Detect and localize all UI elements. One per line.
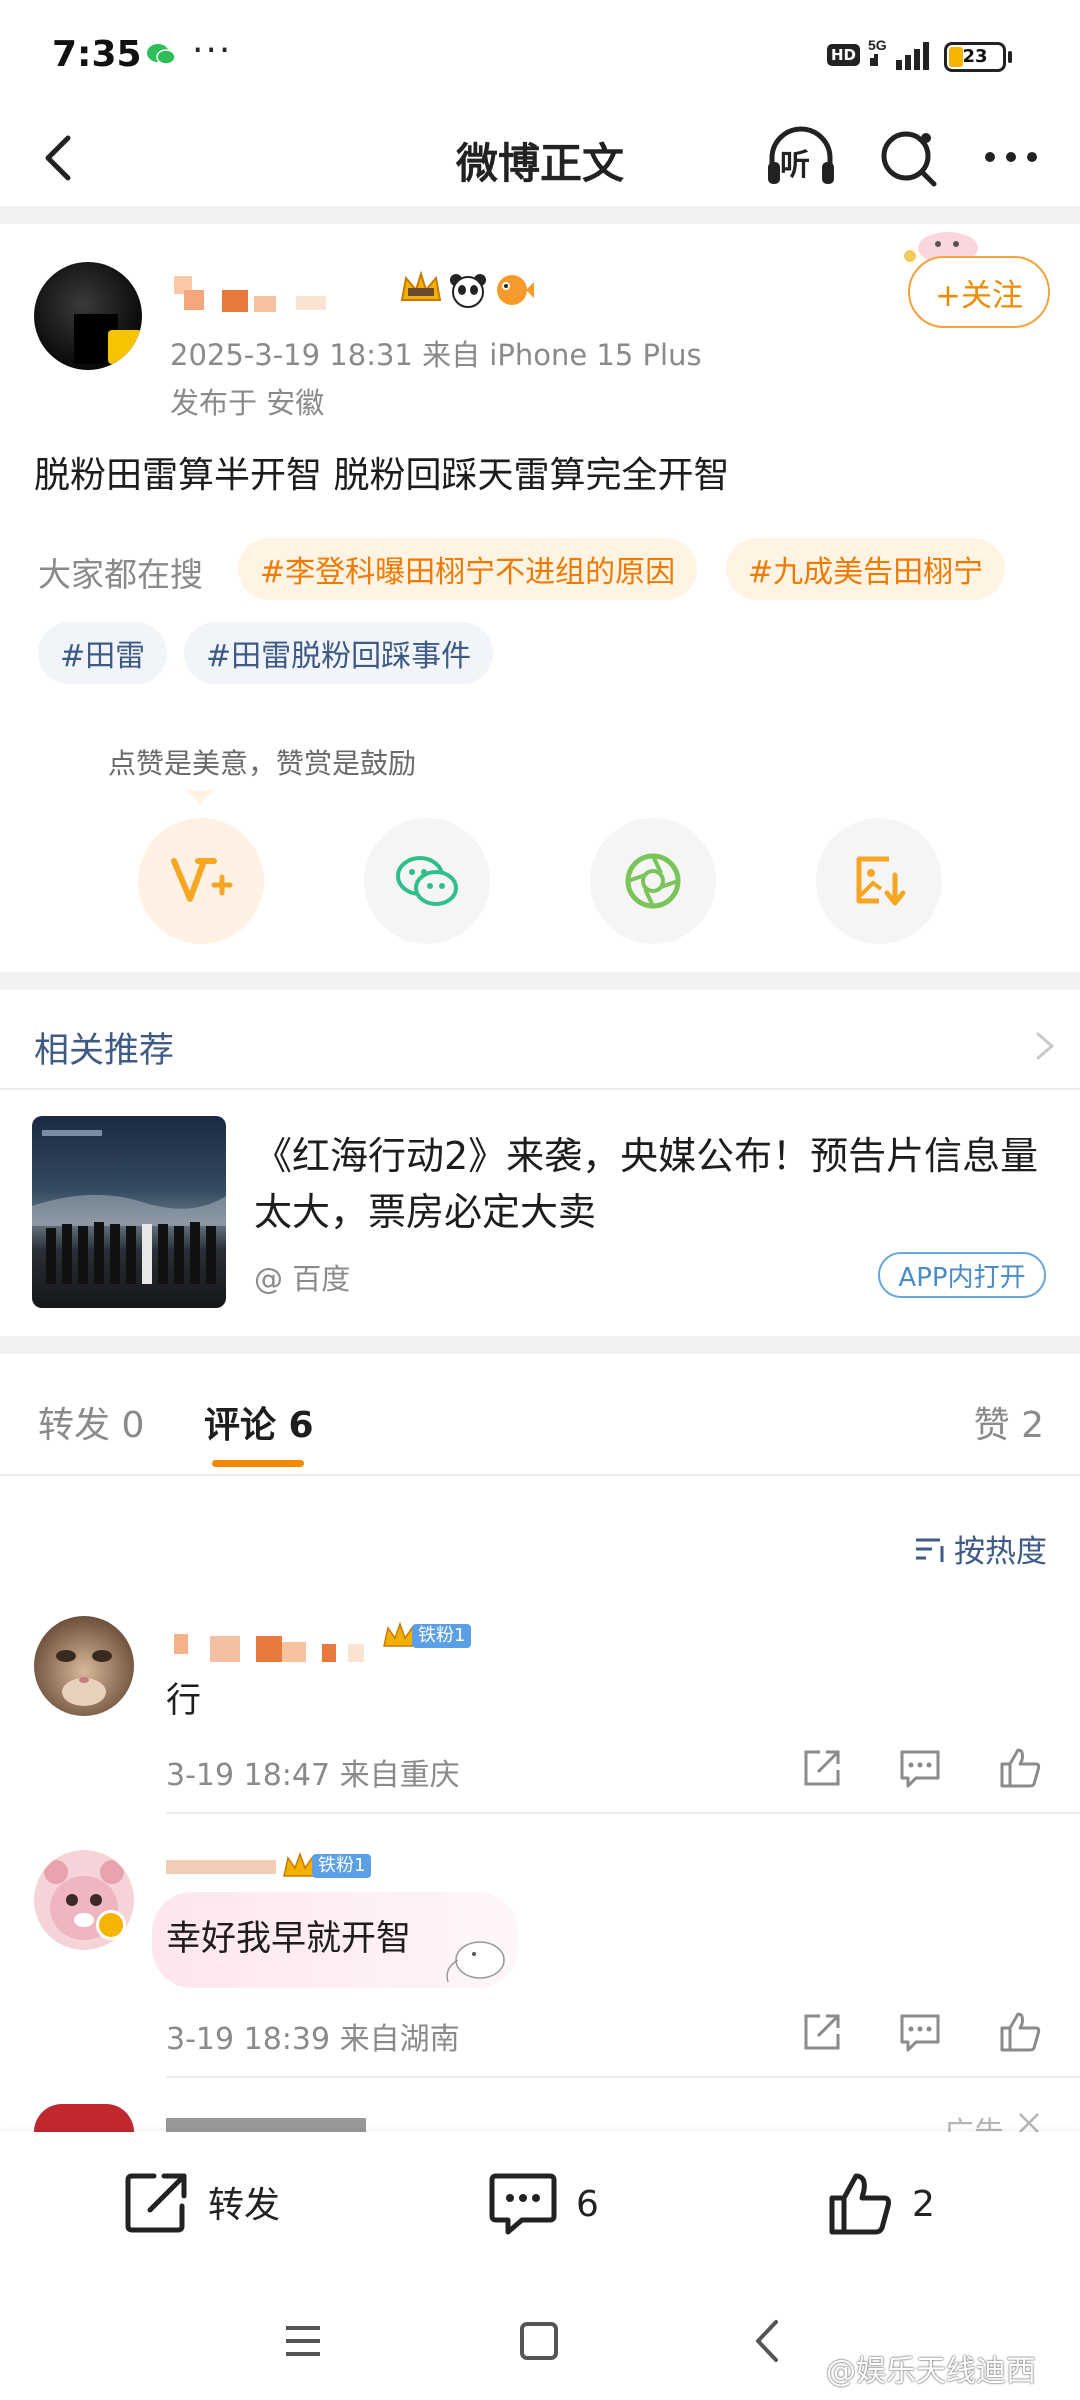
commenter-name-obscured[interactable] (170, 1628, 370, 1664)
search-icon[interactable] (876, 124, 942, 190)
trending-tag[interactable]: #李登科曝田栩宁不进组的原因 (238, 538, 698, 600)
share-wechat-button[interactable] (364, 818, 490, 944)
watermark: @娱乐天线迪西 (826, 2354, 1036, 2389)
listen-button[interactable]: 听 (764, 122, 838, 192)
status-bar: 7:35 ··· HD 5G 23 (0, 0, 1080, 110)
elephant-decoration-icon (446, 1941, 505, 1983)
panda-badge-icon (450, 274, 486, 308)
comment-count: 6 (576, 2183, 599, 2225)
trending-tag[interactable]: #田雷 (38, 622, 168, 684)
divider (0, 1336, 1080, 1354)
commenter-avatar[interactable] (34, 1616, 134, 1716)
sort-by-hot-button[interactable]: 按热度 (914, 1526, 1047, 1571)
ad-title-obscured[interactable] (166, 2112, 376, 2132)
menu-icon[interactable] (278, 2316, 328, 2366)
comment-meta: 3-19 18:39 来自湖南 (166, 2022, 460, 2057)
divider (0, 206, 1080, 224)
repost-icon (125, 2173, 187, 2233)
ad-avatar[interactable] (34, 2104, 134, 2132)
sort-icon (916, 1538, 944, 1562)
active-tab-indicator (212, 1460, 304, 1467)
verified-badge-icon (96, 1910, 126, 1940)
signal-icon: 5G (868, 37, 929, 70)
user-badges (398, 270, 534, 314)
comment-meta: 3-19 18:47 来自重庆 (166, 1758, 460, 1793)
open-in-app-button[interactable]: APP内打开 (878, 1252, 1046, 1298)
share-moments-button[interactable] (590, 818, 716, 944)
save-image-icon (856, 856, 906, 906)
related-article-source: @ 百度 (254, 1262, 351, 1296)
save-image-button[interactable] (816, 818, 942, 944)
reply-icon[interactable] (898, 1746, 942, 1790)
tab-comments[interactable]: 评论 6 (204, 1396, 314, 1448)
fan-level-label: 铁粉1 (312, 1854, 372, 1878)
comment-text: 行 (166, 1681, 202, 1721)
fish-badge-icon (497, 275, 534, 305)
wechat-notification-icon (147, 44, 176, 65)
tab-likes[interactable]: 赞 2 (974, 1396, 1044, 1448)
system-navigation-bar: @娱乐天线迪西 (0, 2282, 1080, 2400)
home-icon[interactable] (514, 2316, 564, 2366)
reward-hint: 点赞是美意，赞赏是鼓励 (108, 747, 417, 780)
related-article-headline[interactable]: 《红海行动2》来袭，央媒公布！预告片信息量太大，票房必定大卖 (254, 1128, 1054, 1240)
reward-button[interactable] (138, 818, 264, 944)
related-recommendations-title: 相关推荐 (34, 1031, 175, 1071)
author-avatar[interactable] (34, 262, 142, 370)
fan-level-label: 铁粉1 (412, 1624, 472, 1648)
fan-level-badge: 铁粉1 (382, 1622, 472, 1650)
like-icon[interactable] (998, 1746, 1042, 1790)
author-name-obscured[interactable] (170, 272, 370, 316)
like-icon[interactable] (998, 2010, 1042, 2054)
like-count: 2 (912, 2183, 935, 2225)
commenter-name-obscured[interactable] (166, 1850, 286, 1878)
repost-label: 转发 (208, 2185, 281, 2226)
hd-voice-icon: HD (827, 44, 861, 66)
more-notifications-icon: ··· (192, 30, 233, 71)
share-icon[interactable] (800, 2010, 844, 2054)
repost-button[interactable]: 转发 (124, 2170, 280, 2234)
back-icon[interactable] (744, 2316, 794, 2366)
like-button[interactable]: 2 (828, 2170, 935, 2238)
close-ad-icon[interactable] (1016, 2112, 1042, 2132)
bottom-action-bar: 转发 6 2 (0, 2132, 1080, 2282)
post-location: 发布于 安徽 (170, 386, 325, 420)
chevron-right-icon[interactable] (1030, 1026, 1060, 1066)
reward-icon (171, 858, 233, 902)
tooltip-pointer (186, 790, 214, 804)
status-time: 7:35 (52, 34, 142, 75)
top-navigation-bar: 微博正文 听 (0, 110, 1080, 206)
comment-icon (489, 2173, 557, 2235)
battery-icon: 23 (944, 42, 1006, 72)
wechat-icon (396, 856, 458, 906)
fan-level-badge: 铁粉1 (282, 1852, 372, 1880)
post-timestamp-source: 2025-3-19 18:31 来自 iPhone 15 Plus (170, 338, 702, 372)
divider (0, 972, 1080, 990)
comment-text: 幸好我早就开智 (166, 1919, 412, 1959)
reply-icon[interactable] (898, 2010, 942, 2054)
battery-level: 23 (962, 46, 988, 67)
sort-label: 按热度 (954, 1534, 1047, 1570)
thumbs-up-icon (829, 2173, 891, 2235)
moments-icon (625, 853, 681, 909)
comment-button[interactable]: 6 (488, 2170, 599, 2238)
crown-badge-icon (400, 270, 442, 301)
more-options-icon[interactable] (978, 124, 1044, 190)
follow-button[interactable]: +关注 (908, 256, 1050, 328)
trending-tag[interactable]: #九成美告田栩宁 (726, 538, 1006, 600)
post-content: 脱粉田雷算半开智 脱粉回踩天雷算完全开智 (34, 455, 730, 496)
related-article-thumbnail[interactable] (32, 1116, 226, 1308)
trending-search-label: 大家都在搜 (38, 555, 203, 594)
tab-reposts[interactable]: 转发 0 (38, 1396, 144, 1448)
listen-label: 听 (780, 148, 810, 183)
network-type: 5G (868, 37, 887, 53)
share-icon[interactable] (800, 1746, 844, 1790)
trending-tag[interactable]: #田雷脱粉回踩事件 (184, 622, 494, 684)
